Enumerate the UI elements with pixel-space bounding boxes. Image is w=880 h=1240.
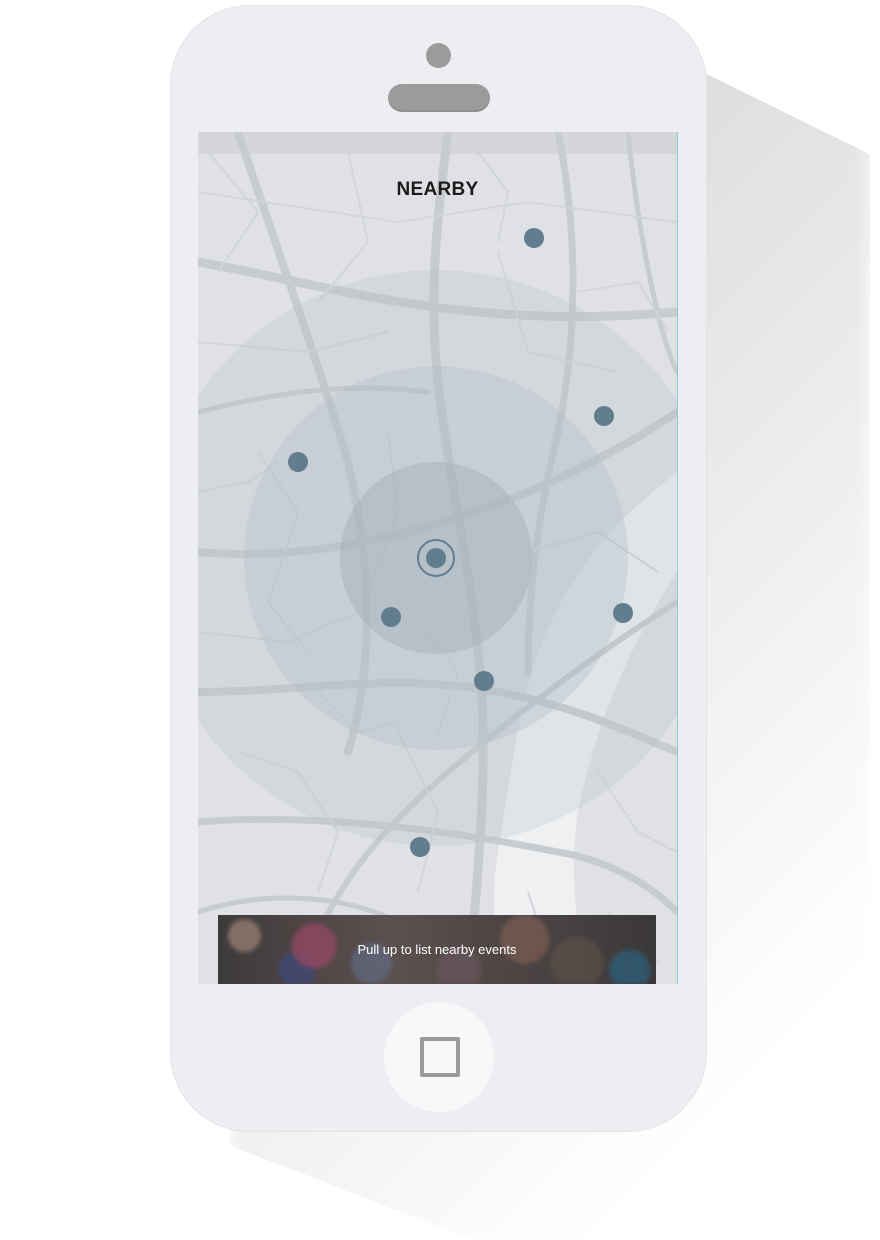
event-marker-icon[interactable] — [410, 837, 430, 857]
home-square-icon — [420, 1037, 460, 1077]
event-marker-icon[interactable] — [524, 228, 544, 248]
home-button[interactable] — [384, 1002, 494, 1112]
earpiece-speaker-icon — [388, 84, 490, 112]
map-view[interactable] — [198, 132, 677, 984]
event-marker-icon[interactable] — [381, 607, 401, 627]
pull-up-hint: Pull up to list nearby events — [357, 942, 517, 957]
event-marker-icon[interactable] — [288, 452, 308, 472]
front-camera-icon — [426, 43, 451, 68]
app-screen: NEARBY Pull up to list nearby events — [198, 132, 678, 984]
page-title: NEARBY — [396, 179, 479, 200]
status-bar-shade — [198, 132, 677, 154]
event-marker-icon[interactable] — [474, 671, 494, 691]
event-marker-icon[interactable] — [594, 406, 614, 426]
event-marker-icon[interactable] — [613, 603, 633, 623]
nearby-events-pull-up-panel[interactable]: Pull up to list nearby events — [218, 915, 656, 984]
